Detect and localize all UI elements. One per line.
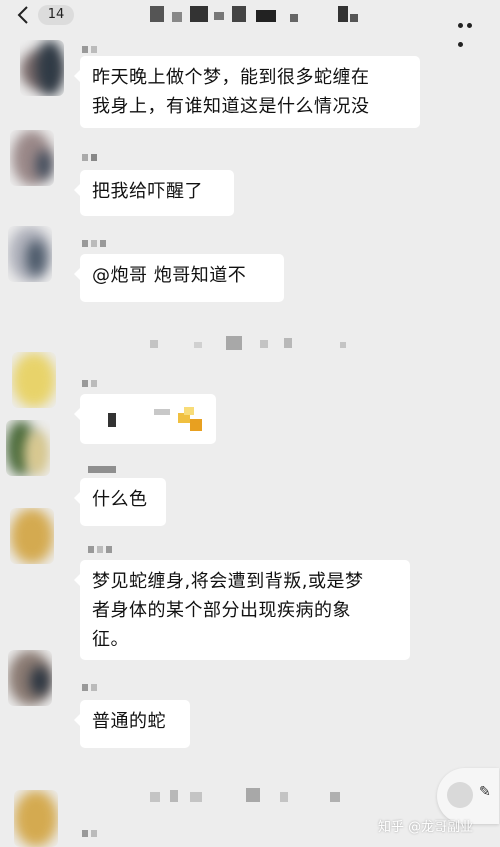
avatar[interactable] <box>10 508 54 564</box>
floating-avatar-icon <box>447 782 473 808</box>
message-text: @炮哥 炮哥知道不 <box>92 265 247 286</box>
redacted-content <box>92 401 204 437</box>
system-message-redacted <box>150 788 350 802</box>
sender-name-redacted <box>88 466 116 473</box>
avatar[interactable] <box>10 130 54 186</box>
sender-name-redacted <box>82 46 97 53</box>
sender-name-redacted <box>82 154 97 161</box>
message-text: 什么色 <box>92 489 148 510</box>
message-text: 昨天晚上做个梦，能到很多蛇缠在 我身上，有谁知道这是什么情况没 <box>92 67 370 117</box>
sender-name-redacted <box>88 546 112 553</box>
system-message-redacted <box>150 336 350 350</box>
message-bubble: 什么色 <box>74 478 166 526</box>
message-bubble: 把我给吓醒了 <box>74 170 234 216</box>
more-options-icon[interactable] <box>458 13 482 47</box>
avatar[interactable] <box>8 650 52 706</box>
message-bubble: 梦见蛇缠身,将会遭到背叛,或是梦 者身体的某个部分出现疾病的象 征。 <box>74 560 410 660</box>
message-bubble: 昨天晚上做个梦，能到很多蛇缠在 我身上，有谁知道这是什么情况没 <box>74 56 420 128</box>
close-icon[interactable]: ✎ <box>479 784 491 800</box>
chat-header: 14 <box>0 0 500 47</box>
unread-count-badge[interactable]: 14 <box>38 5 74 25</box>
avatar[interactable] <box>6 420 50 476</box>
avatar[interactable] <box>20 40 64 96</box>
message-text: 普通的蛇 <box>92 711 166 732</box>
message-bubble: @炮哥 炮哥知道不 <box>74 254 284 302</box>
message-bubble: 普通的蛇 <box>74 700 190 748</box>
sender-name-redacted <box>82 240 106 247</box>
watermark: 知乎 @龙哥副业 <box>378 820 474 835</box>
message-text: 把我给吓醒了 <box>92 181 203 202</box>
sender-name-redacted <box>82 830 97 837</box>
avatar[interactable] <box>12 352 56 408</box>
back-arrow-icon[interactable] <box>16 5 30 25</box>
avatar[interactable] <box>14 790 58 847</box>
avatar[interactable] <box>8 226 52 282</box>
message-text: 梦见蛇缠身,将会遭到背叛,或是梦 者身体的某个部分出现疾病的象 征。 <box>92 571 364 650</box>
sender-name-redacted <box>82 380 97 387</box>
sender-name-redacted <box>82 684 97 691</box>
message-bubble-redacted <box>74 394 216 444</box>
